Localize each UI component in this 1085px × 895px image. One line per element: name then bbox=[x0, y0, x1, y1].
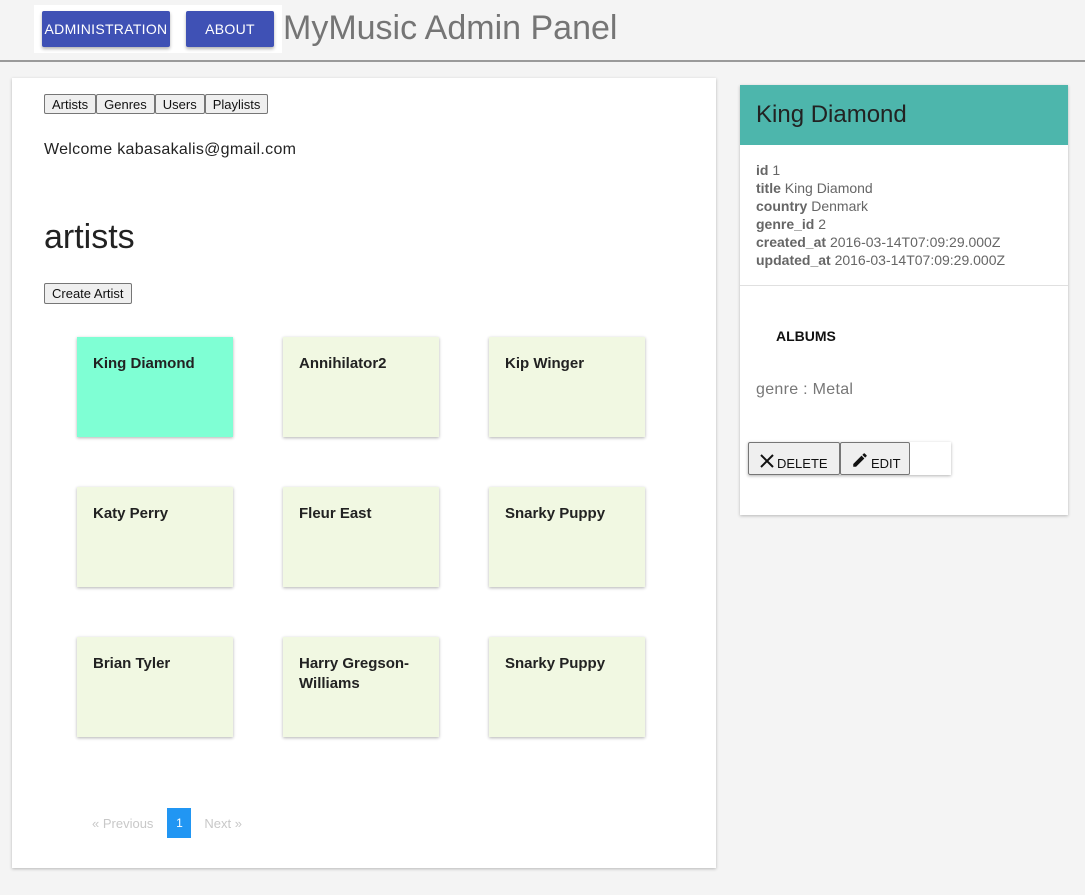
field-country: country Denmark bbox=[756, 198, 869, 214]
administration-button[interactable]: ADMINISTRATION bbox=[42, 11, 170, 47]
nav-button-group: ADMINISTRATION ABOUT bbox=[34, 5, 282, 53]
artist-card[interactable]: Snarky Puppy bbox=[489, 487, 645, 587]
next-page-link[interactable]: Next » bbox=[204, 816, 242, 831]
artist-name: Snarky Puppy bbox=[505, 655, 606, 672]
artist-card[interactable]: Annihilator2 bbox=[283, 337, 439, 437]
field-id: id 1 bbox=[756, 162, 781, 178]
artist-name: Kip Winger bbox=[505, 355, 585, 372]
artist-detail-card: King Diamond id 1 title King Diamond cou… bbox=[740, 85, 1068, 515]
artist-card[interactable]: King Diamond bbox=[77, 337, 233, 437]
resource-tabs: Artists Genres Users Playlists bbox=[44, 94, 269, 114]
edit-button[interactable]: EDIT bbox=[840, 442, 910, 475]
delete-label: DELETE bbox=[777, 456, 828, 471]
previous-page-link[interactable]: « Previous bbox=[92, 816, 153, 831]
artist-name: Harry Gregson-Williams bbox=[299, 655, 410, 692]
artist-name: King Diamond bbox=[93, 355, 195, 372]
field-title: title King Diamond bbox=[756, 180, 873, 196]
artist-card[interactable]: Katy Perry bbox=[77, 487, 233, 587]
edit-label: EDIT bbox=[871, 456, 901, 471]
tab-playlists[interactable]: Playlists bbox=[204, 94, 269, 114]
tab-users[interactable]: Users bbox=[154, 94, 205, 114]
artist-name: Katy Perry bbox=[93, 505, 169, 522]
albums-button[interactable]: ALBUMS bbox=[776, 328, 836, 344]
artist-card[interactable]: Brian Tyler bbox=[77, 637, 233, 737]
artist-grid: King Diamond Annihilator2 Kip Winger Kat… bbox=[77, 337, 647, 739]
pagination: « Previous 1 Next » bbox=[92, 808, 242, 838]
field-updated-at: updated_at 2016-03-14T07:09:29.000Z bbox=[756, 252, 1006, 268]
app-title: MyMusic Admin Panel bbox=[283, 9, 618, 47]
close-icon bbox=[760, 454, 774, 468]
page-1-button[interactable]: 1 bbox=[167, 808, 192, 838]
artists-panel: Artists Genres Users Playlists Welcome k… bbox=[12, 78, 716, 868]
artist-name: Brian Tyler bbox=[93, 655, 171, 672]
section-title: artists bbox=[44, 218, 135, 256]
tab-genres[interactable]: Genres bbox=[96, 94, 155, 114]
artist-card[interactable]: Kip Winger bbox=[489, 337, 645, 437]
genre-text: genre : Metal bbox=[756, 381, 854, 398]
field-created-at: created_at 2016-03-14T07:09:29.000Z bbox=[756, 234, 1001, 250]
pencil-icon bbox=[853, 453, 867, 467]
artist-name: Annihilator2 bbox=[299, 355, 387, 372]
create-artist-button[interactable]: Create Artist bbox=[44, 283, 132, 304]
tab-artists[interactable]: Artists bbox=[44, 94, 97, 114]
delete-button[interactable]: DELETE bbox=[748, 442, 840, 475]
top-bar: ADMINISTRATION ABOUT MyMusic Admin Panel bbox=[0, 0, 1085, 62]
artist-card[interactable]: Snarky Puppy bbox=[489, 637, 645, 737]
artist-card[interactable]: Harry Gregson-Williams bbox=[283, 637, 439, 737]
action-bar: DELETE EDIT bbox=[748, 442, 951, 475]
detail-title: King Diamond bbox=[740, 85, 1068, 145]
welcome-message: Welcome kabasakalis@gmail.com bbox=[44, 141, 297, 158]
field-genre-id: genre_id 2 bbox=[756, 216, 827, 232]
detail-fields: id 1 title King Diamond country Denmark … bbox=[740, 145, 1068, 269]
artist-name: Fleur East bbox=[299, 505, 372, 522]
divider bbox=[740, 285, 1068, 286]
artist-name: Snarky Puppy bbox=[505, 505, 606, 522]
about-button[interactable]: ABOUT bbox=[186, 11, 274, 47]
artist-card[interactable]: Fleur East bbox=[283, 487, 439, 587]
